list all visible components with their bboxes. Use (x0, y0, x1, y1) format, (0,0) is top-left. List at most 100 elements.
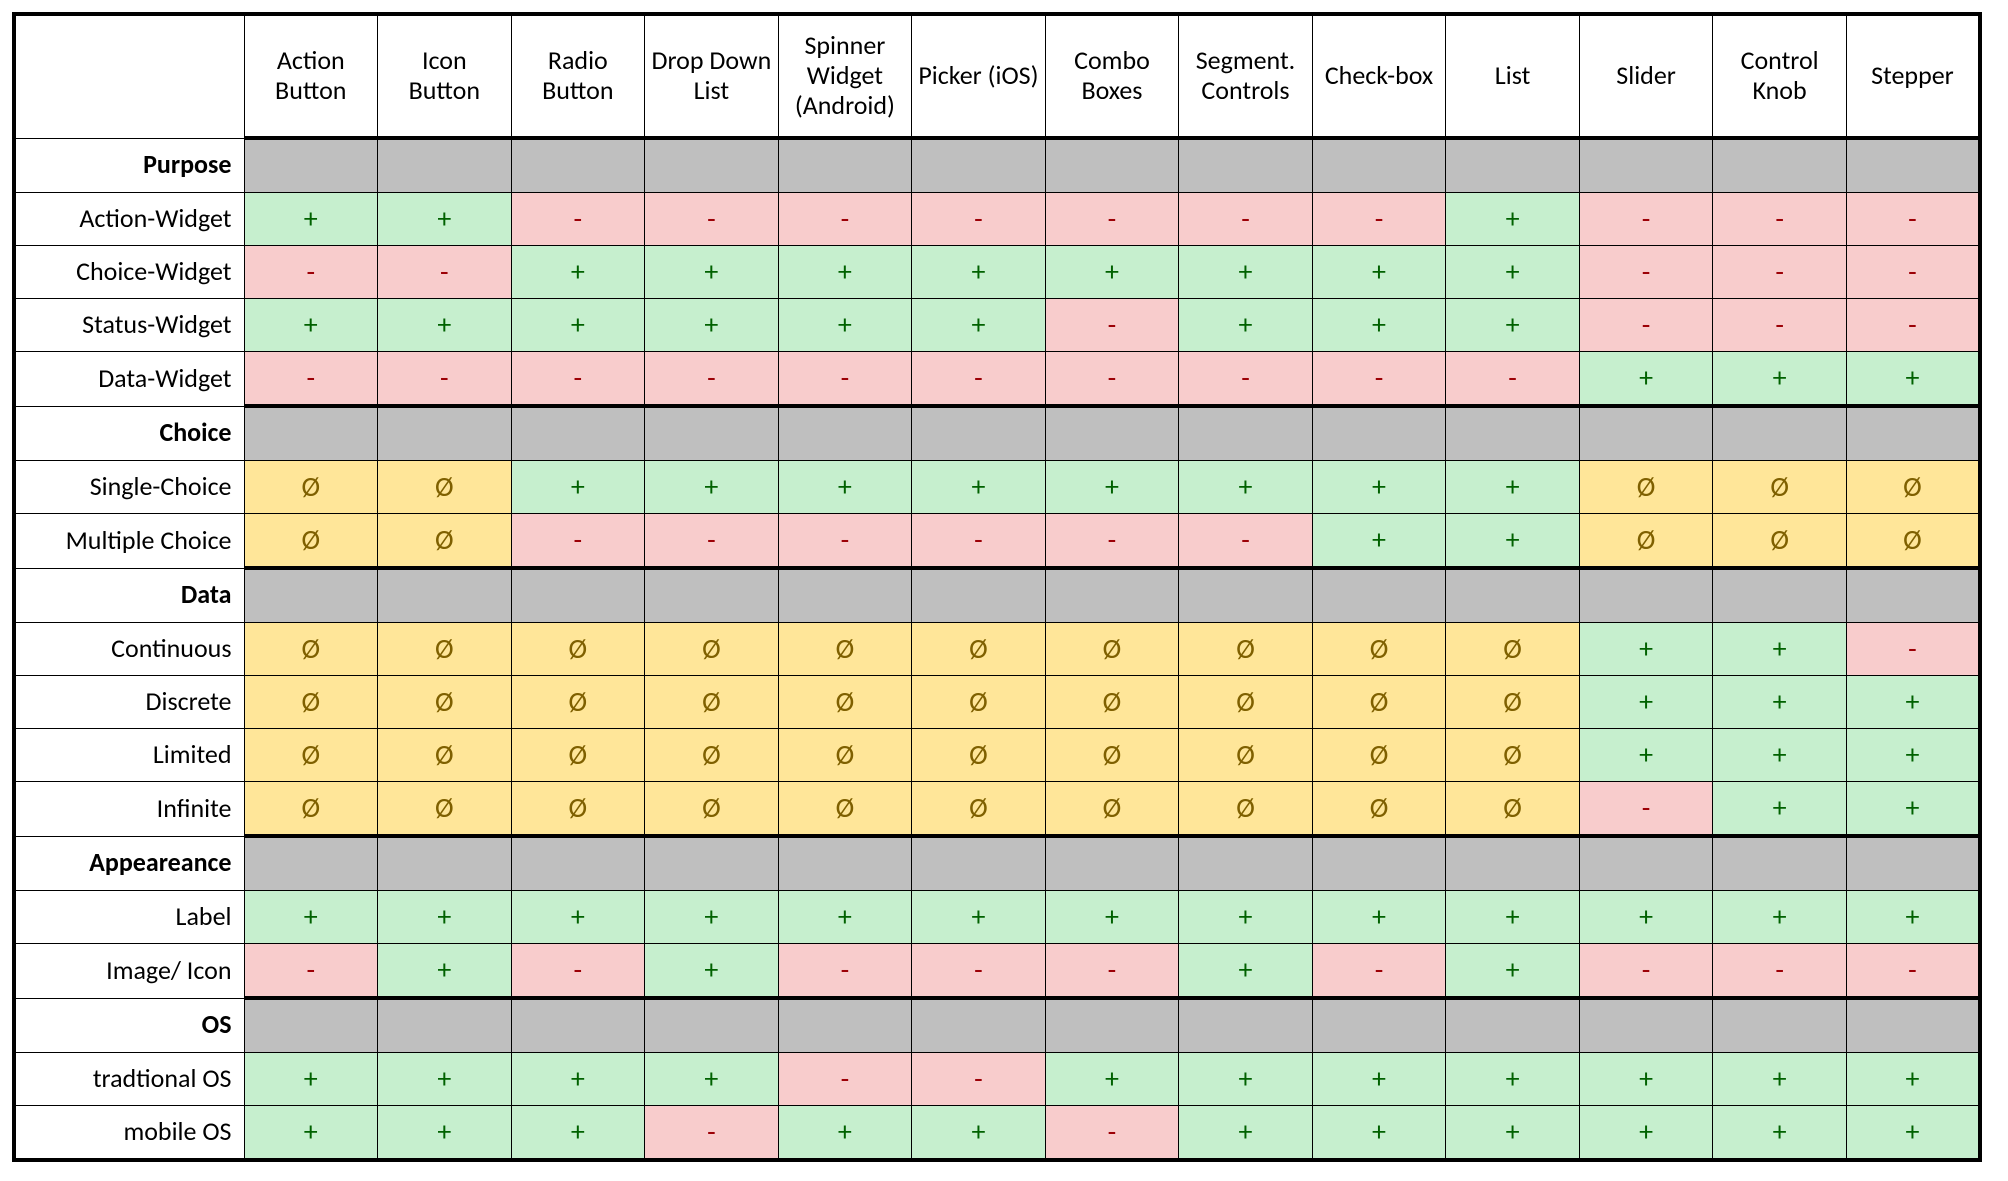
value-cell: Ø (378, 514, 512, 569)
value-cell: Ø (511, 676, 645, 729)
value-cell: + (1579, 729, 1713, 782)
value-cell: + (1446, 461, 1580, 514)
section-gap-cell (1045, 568, 1179, 623)
table-row: DiscreteØØØØØØØØØØ+++ (14, 676, 1980, 729)
value-cell: - (912, 352, 1046, 407)
row-label: Image/ Icon (14, 944, 244, 999)
section-gap-cell (1446, 138, 1580, 193)
value-cell: Ø (1312, 729, 1446, 782)
section-gap-cell (1579, 138, 1713, 193)
value-cell: - (912, 1053, 1046, 1106)
value-cell: Ø (511, 729, 645, 782)
value-cell: - (645, 193, 779, 246)
value-cell: Ø (778, 623, 912, 676)
value-cell: Ø (1446, 729, 1580, 782)
section-gap-cell (1846, 568, 1980, 623)
column-header: Segment. Controls (1179, 14, 1313, 138)
value-cell: + (511, 1106, 645, 1161)
section-gap-cell (378, 836, 512, 891)
value-cell: Ø (1579, 461, 1713, 514)
value-cell: + (244, 193, 378, 246)
value-cell: + (1179, 299, 1313, 352)
value-cell: + (511, 299, 645, 352)
section-gap-cell (1312, 406, 1446, 461)
section-gap-cell (244, 138, 378, 193)
value-cell: Ø (378, 676, 512, 729)
value-cell: Ø (645, 676, 779, 729)
value-cell: - (1579, 782, 1713, 837)
value-cell: + (1179, 1106, 1313, 1161)
section-gap-cell (244, 406, 378, 461)
value-cell: + (244, 1053, 378, 1106)
value-cell: - (1846, 193, 1980, 246)
section-header-row: Appeareance (14, 836, 1980, 891)
value-cell: + (244, 299, 378, 352)
value-cell: + (1713, 623, 1847, 676)
column-header: Picker (iOS) (912, 14, 1046, 138)
table-row: InfiniteØØØØØØØØØØ-++ (14, 782, 1980, 837)
section-gap-cell (1179, 406, 1313, 461)
section-gap-cell (1312, 998, 1446, 1053)
value-cell: - (1045, 352, 1179, 407)
value-cell: + (1312, 514, 1446, 569)
value-cell: - (778, 1053, 912, 1106)
section-gap-cell (1045, 836, 1179, 891)
value-cell: + (1579, 352, 1713, 407)
section-gap-cell (912, 568, 1046, 623)
value-cell: + (778, 299, 912, 352)
section-gap-cell (912, 836, 1046, 891)
value-cell: - (912, 514, 1046, 569)
section-gap-cell (1312, 836, 1446, 891)
value-cell: + (1446, 944, 1580, 999)
section-gap-cell (378, 138, 512, 193)
section-gap-cell (912, 138, 1046, 193)
section-header-row: Data (14, 568, 1980, 623)
value-cell: - (511, 352, 645, 407)
row-label: Limited (14, 729, 244, 782)
value-cell: - (378, 352, 512, 407)
section-gap-cell (778, 138, 912, 193)
value-cell: - (1579, 944, 1713, 999)
column-header: Check-box (1312, 14, 1446, 138)
value-cell: + (1713, 729, 1847, 782)
value-cell: - (1312, 193, 1446, 246)
value-cell: - (1045, 193, 1179, 246)
value-cell: Ø (912, 676, 1046, 729)
section-gap-cell (511, 568, 645, 623)
section-gap-cell (645, 138, 779, 193)
row-label: Continuous (14, 623, 244, 676)
value-cell: + (378, 944, 512, 999)
value-cell: Ø (511, 623, 645, 676)
value-cell: + (244, 1106, 378, 1161)
section-gap-cell (1579, 406, 1713, 461)
value-cell: + (511, 246, 645, 299)
value-cell: Ø (912, 782, 1046, 837)
section-title: Data (14, 568, 244, 623)
value-cell: + (378, 1106, 512, 1161)
value-cell: Ø (378, 623, 512, 676)
value-cell: + (1579, 1053, 1713, 1106)
value-cell: + (1846, 891, 1980, 944)
value-cell: Ø (1446, 782, 1580, 837)
value-cell: + (1446, 1106, 1580, 1161)
value-cell: + (1045, 246, 1179, 299)
table-row: Choice-Widget--++++++++--- (14, 246, 1980, 299)
value-cell: + (645, 944, 779, 999)
table-row: LimitedØØØØØØØØØØ+++ (14, 729, 1980, 782)
value-cell: + (1713, 782, 1847, 837)
value-cell: + (1713, 676, 1847, 729)
value-cell: + (1713, 352, 1847, 407)
value-cell: - (1579, 246, 1713, 299)
section-title: OS (14, 998, 244, 1053)
value-cell: Ø (1713, 514, 1847, 569)
section-gap-cell (1713, 568, 1847, 623)
value-cell: - (378, 246, 512, 299)
value-cell: - (778, 352, 912, 407)
value-cell: + (1312, 1106, 1446, 1161)
section-gap-cell (1045, 998, 1179, 1053)
value-cell: Ø (1045, 676, 1179, 729)
value-cell: + (645, 461, 779, 514)
value-cell: - (1179, 193, 1313, 246)
value-cell: Ø (778, 729, 912, 782)
value-cell: + (1446, 299, 1580, 352)
